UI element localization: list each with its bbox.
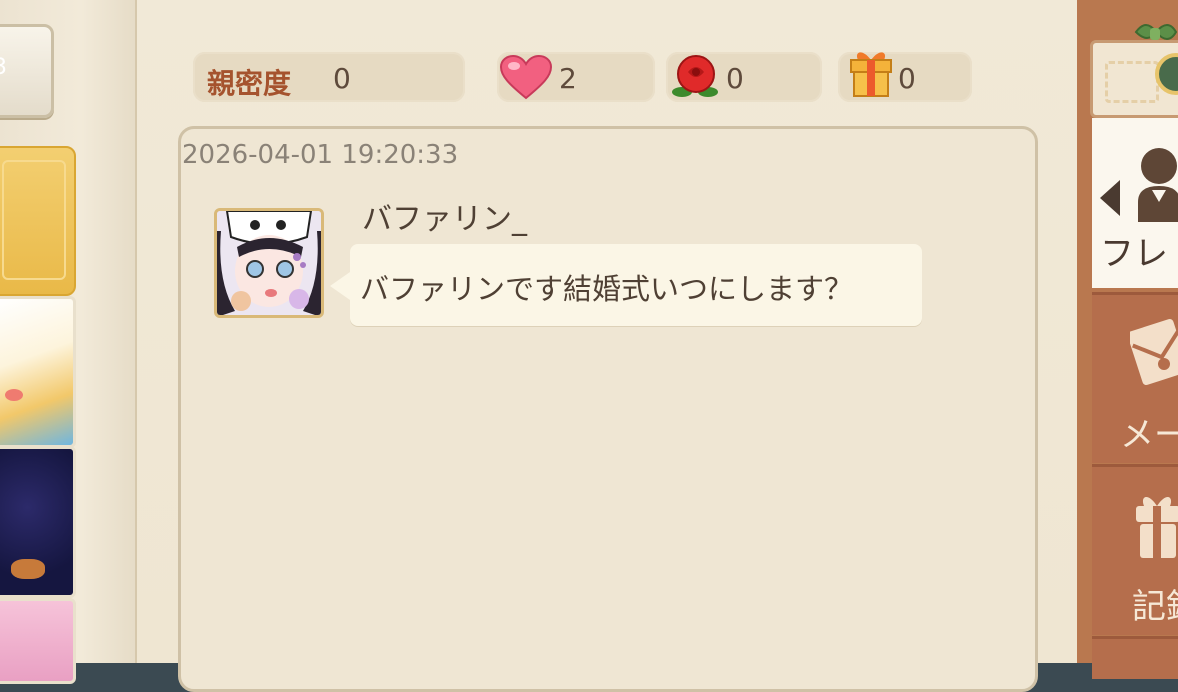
rose-icon	[670, 52, 722, 106]
sender-name: バファリン_	[362, 202, 527, 237]
roses-value: 0	[726, 62, 744, 95]
friend-thumbnail[interactable]	[0, 446, 76, 598]
intimacy-stat: 親密度 0	[193, 52, 465, 102]
tab-mail-label: メー	[1120, 415, 1178, 455]
emblem-frame	[1105, 61, 1159, 103]
avatar[interactable]	[214, 208, 324, 318]
gift-icon	[848, 46, 894, 104]
friend-thumbnail[interactable]	[0, 296, 76, 448]
intimacy-label: 親密度	[207, 67, 292, 100]
ribbon-icon	[1134, 24, 1178, 40]
chevron-left-icon[interactable]	[1100, 180, 1120, 216]
friend-thumbnail[interactable]	[0, 598, 76, 684]
left-page: 3	[0, 0, 137, 684]
back-button[interactable]: 3	[0, 24, 54, 118]
message-bubble: バファリンです結婚式いつにします？	[330, 244, 922, 326]
left-tab-inner	[2, 160, 66, 280]
person-icon	[1138, 148, 1178, 222]
intimacy-value: 0	[333, 62, 351, 95]
gifts-value: 0	[898, 62, 916, 95]
left-tab-selected[interactable]	[0, 146, 76, 296]
tab-friends-label: フレ	[1100, 234, 1168, 274]
tab-records-label: 記録	[1132, 587, 1178, 627]
heart-icon	[499, 54, 553, 104]
tab-more[interactable]	[1092, 636, 1178, 679]
message-text: バファリンです結婚式いつにします？	[360, 272, 854, 306]
envelope-icon	[1130, 318, 1178, 386]
gifts-stat: 0	[838, 52, 972, 102]
hearts-value: 2	[559, 62, 577, 95]
message-timestamp: 2026-04-01 19:20:33	[182, 140, 459, 170]
back-button-glyph: 3	[0, 55, 7, 80]
roses-stat: 0	[666, 52, 822, 102]
hearts-stat: 2	[497, 52, 655, 102]
gift-icon	[1136, 496, 1178, 558]
